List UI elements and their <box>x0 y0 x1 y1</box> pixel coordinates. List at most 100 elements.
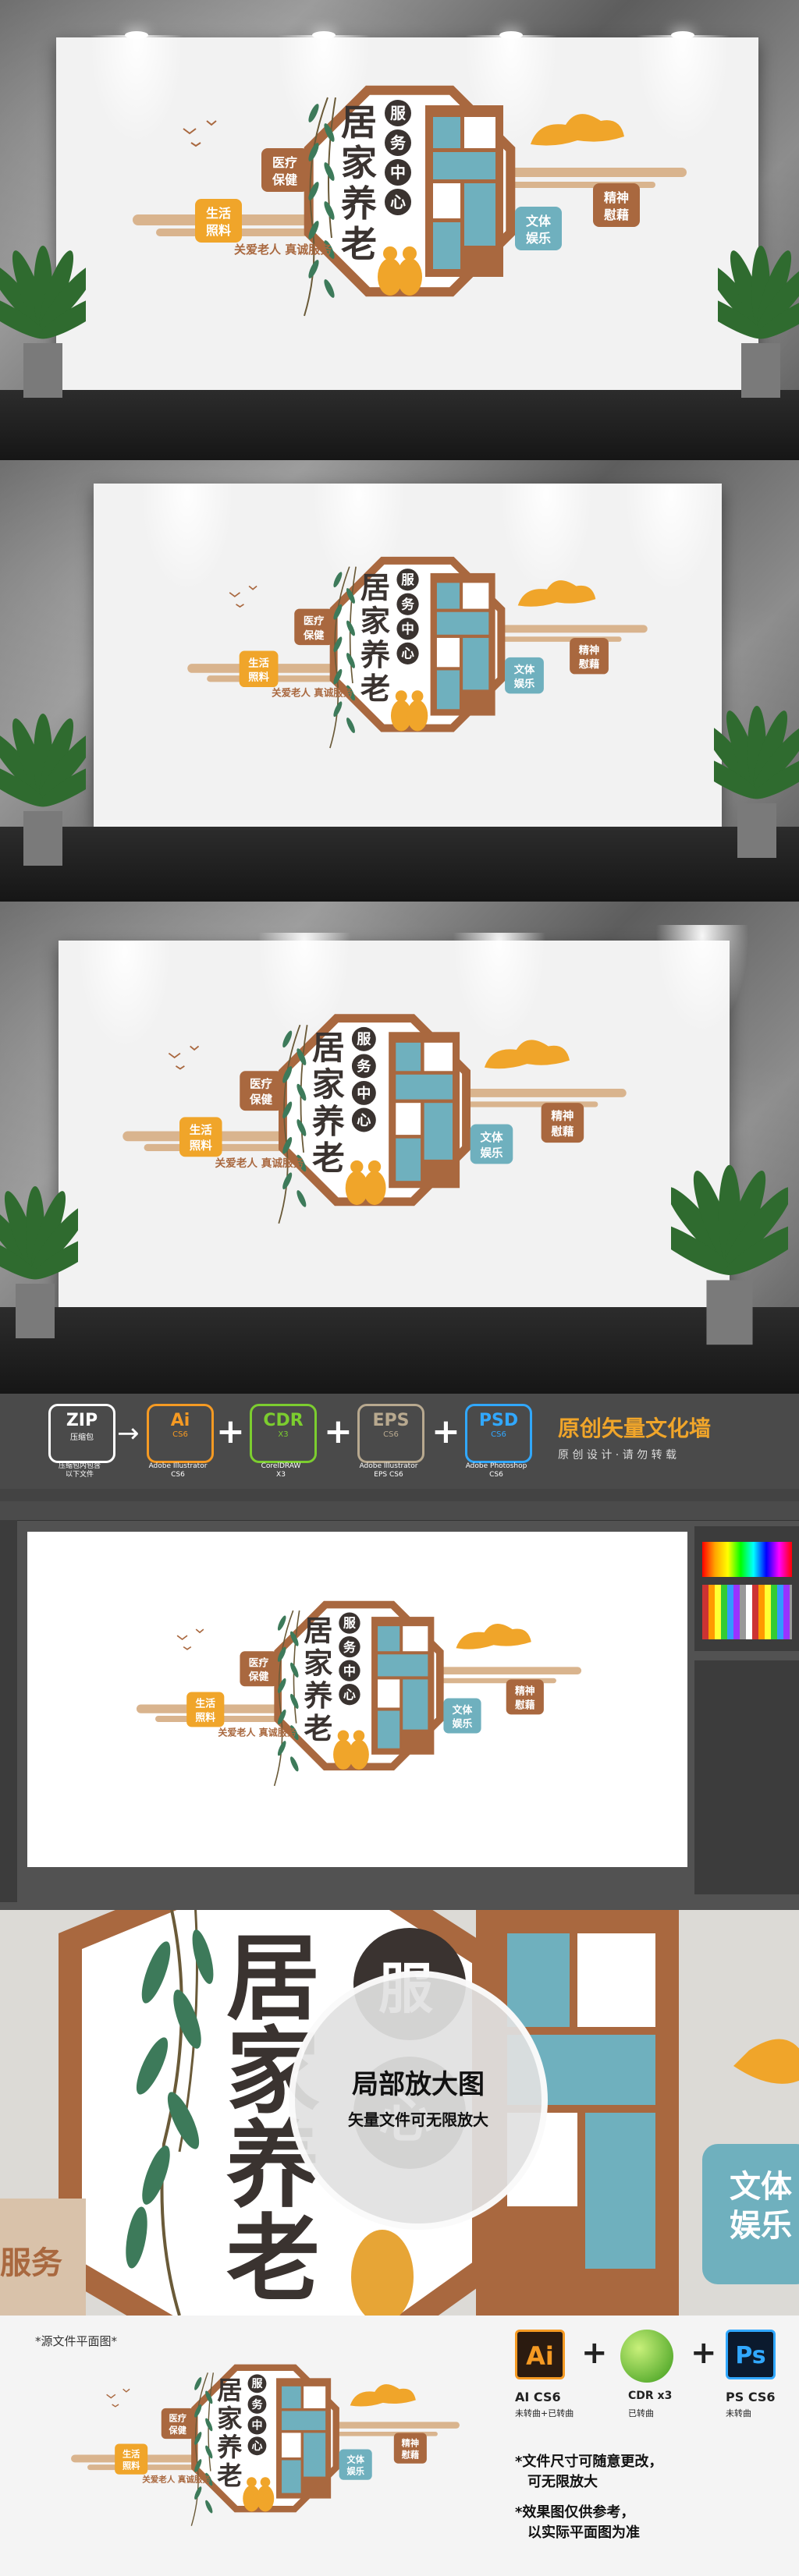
title-char: 老 <box>312 1139 345 1178</box>
svg-text:文体: 文体 <box>514 663 535 676</box>
badge-life: 生活照料 <box>115 2443 148 2475</box>
cdr-logo-icon <box>620 2330 673 2383</box>
cdr-caption: CorelDRAW X3 <box>261 1462 301 1479</box>
svg-text:照料: 照料 <box>248 671 269 684</box>
zoom-bg-slogan: 服务 <box>0 2245 62 2281</box>
badge-entertainment: 文体娱乐 <box>515 207 562 250</box>
svg-text:医疗: 医疗 <box>304 615 325 628</box>
cdr-version: CDR x3 <box>628 2390 673 2402</box>
control-bar <box>0 1501 799 1521</box>
zoom-bg-char: 老 <box>226 2204 320 2314</box>
svg-text:娱乐: 娱乐 <box>346 2466 364 2477</box>
subtitle-char: 服 <box>390 104 407 122</box>
scene-1: 服务中心居家养老生活 照料 医疗 保健 文体 娱乐 精神 慰藉 关爱老人 真诚服务 <box>0 0 799 460</box>
source-label: *源文件平面图* <box>35 2334 118 2348</box>
cloud-icon <box>456 1624 531 1649</box>
bird-icon <box>183 120 217 147</box>
plant-icon <box>671 1164 788 1345</box>
plus-icon: + <box>691 2335 717 2371</box>
wall-sign: 服务中心居家养老生活 照料 医疗 保健 文体 娱乐 精神 慰藉 关爱老人 真诚服务 <box>55 2358 476 2546</box>
title-char: 老 <box>341 223 377 265</box>
ai-caption: Adobe Illustrator CS6 <box>148 1462 208 1479</box>
svg-text:慰藉: 慰藉 <box>402 2450 419 2461</box>
source-plan: *源文件平面图* 服务中心居家养老生活 照料 医疗 保健 文体 娱乐 精神 慰藉 关爱老人 真诚… <box>0 2316 799 2576</box>
svg-text:文体: 文体 <box>453 1704 473 1717</box>
badge-life: 生活照料 <box>179 1117 222 1157</box>
eps-caption: Adobe Illustrator EPS CS6 <box>359 1462 418 1479</box>
svg-text:文体: 文体 <box>480 1130 503 1144</box>
title-char: 居 <box>341 101 377 144</box>
wall-sign: 服务中心居家养老生活 照料 医疗 保健 文体 娱乐 精神 慰藉 关爱老人 真诚服务 <box>117 1598 601 1805</box>
ps-note: 未转曲 <box>726 2408 751 2418</box>
subtitle-char: 务 <box>251 2398 263 2411</box>
scene-2: 服务中心居家养老生活 照料 医疗 保健 文体 娱乐 精神 慰藉 关爱老人 真诚服务 <box>0 460 799 902</box>
badge-spirit: 精神慰藉 <box>541 1103 584 1143</box>
plant-icon <box>714 706 799 858</box>
tool-panel[interactable] <box>0 1520 17 1902</box>
badge-entertainment: 文体娱乐 <box>470 1124 513 1164</box>
artboard[interactable]: 服务中心居家养老生活 照料 医疗 保健 文体 娱乐 精神 慰藉 关爱老人 真诚服务 <box>27 1532 687 1867</box>
svg-text:照料: 照料 <box>195 1711 215 1724</box>
badge-life: 生活照料 <box>195 199 242 243</box>
slogan: 关爱老人 真诚服务 <box>218 1727 297 1738</box>
subtitle-char: 中 <box>390 163 406 182</box>
title-char: 老 <box>360 671 390 707</box>
svg-text:文体: 文体 <box>346 2454 364 2464</box>
subtitle-char: 心 <box>343 1687 356 1702</box>
svg-text:娱乐: 娱乐 <box>514 677 535 690</box>
subtitle-char: 服 <box>343 1616 357 1631</box>
svg-text:精神: 精神 <box>551 1109 574 1123</box>
title-char: 居 <box>360 570 390 605</box>
title-char: 家 <box>217 2404 243 2433</box>
cdr-badge: CDR X3 <box>250 1404 317 1463</box>
plant-icon <box>0 1186 78 1338</box>
svg-text:医疗: 医疗 <box>249 1657 269 1670</box>
zoom-subtitle: 矢量文件可无限放大 <box>348 2110 488 2129</box>
badge-entertainment: 文体娱乐 <box>443 1698 481 1734</box>
badge-medical: 医疗保健 <box>294 608 334 646</box>
svg-text:生活: 生活 <box>248 656 269 669</box>
svg-text:生活: 生活 <box>195 1698 215 1710</box>
badge-life: 生活照料 <box>239 650 279 688</box>
badge-life: 生活照料 <box>186 1692 225 1727</box>
badge-medical: 医疗保健 <box>240 1071 282 1111</box>
psd-caption: Adobe Photoshop CS6 <box>465 1462 527 1479</box>
subtitle-char: 心 <box>357 1112 371 1129</box>
color-spectrum[interactable] <box>702 1542 792 1577</box>
title-char: 家 <box>341 142 377 184</box>
subtitle-char: 心 <box>251 2440 262 2453</box>
plus-icon: + <box>431 1412 460 1451</box>
cloud-icon <box>517 580 596 607</box>
swatch-grid[interactable] <box>702 1585 792 1639</box>
svg-text:照料: 照料 <box>206 223 231 238</box>
badge-medical: 医疗保健 <box>161 2408 194 2440</box>
color-panel[interactable] <box>694 1526 799 1651</box>
subtitle-char: 中 <box>251 2419 262 2432</box>
svg-text:医疗: 医疗 <box>250 1077 273 1091</box>
svg-text:保健: 保健 <box>303 629 325 642</box>
title-char: 居 <box>304 1614 332 1648</box>
subtitle-char: 务 <box>343 1639 357 1654</box>
svg-text:保健: 保健 <box>248 1671 269 1683</box>
subtitle-char: 务 <box>401 597 414 612</box>
svg-text:娱乐: 娱乐 <box>480 1146 503 1160</box>
brand-subtitle: 原 创 设 计 · 请 勿 转 载 <box>558 1449 677 1462</box>
subtitle-char: 心 <box>390 193 406 211</box>
plus-icon: + <box>216 1412 245 1451</box>
svg-text:生活: 生活 <box>123 2448 140 2459</box>
slogan: 关爱老人 真诚服务 <box>142 2475 211 2485</box>
menu-bar <box>0 1489 799 1501</box>
plus-icon: + <box>581 2335 608 2371</box>
wall-sign: 服务中心居家养老生活 照料 医疗 保健 文体 娱乐 精神 慰藉 关爱老人 真诚服务 <box>101 1011 648 1245</box>
svg-text:慰藉: 慰藉 <box>604 207 629 222</box>
subtitle-char: 服 <box>251 2378 263 2390</box>
svg-text:慰藉: 慰藉 <box>515 1699 535 1711</box>
wall-sign: 服务中心居家养老生活 照料 医疗 保健 文体 娱乐 精神 慰藉 关爱老人 真诚服务 <box>168 554 667 767</box>
layers-panel[interactable] <box>694 1660 799 1894</box>
bird-icon <box>229 585 257 608</box>
editor-window: 服务中心居家养老生活 照料 医疗 保健 文体 娱乐 精神 慰藉 关爱老人 真诚服务 <box>0 1489 799 1910</box>
title-char: 老 <box>217 2461 242 2490</box>
title-char: 养 <box>217 2432 243 2462</box>
subtitle-char: 心 <box>401 647 414 661</box>
cdr-note: 已转曲 <box>628 2408 654 2418</box>
